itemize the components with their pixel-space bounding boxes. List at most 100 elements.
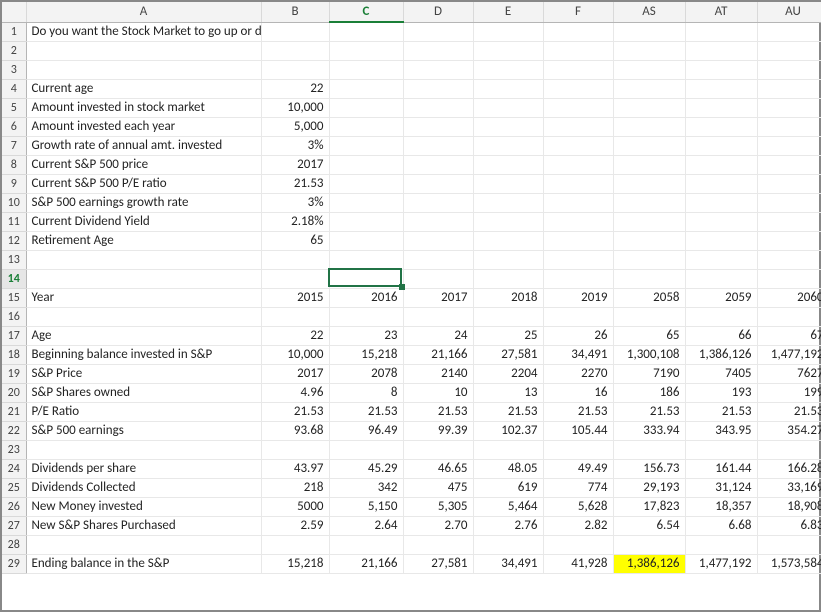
cell-AS2[interactable] — [613, 41, 685, 60]
cell-F14[interactable] — [543, 269, 613, 288]
cell-D27[interactable]: 2.70 — [403, 516, 473, 535]
cell-B24[interactable]: 43.97 — [261, 459, 329, 478]
cell-C12[interactable] — [329, 231, 403, 250]
cell-D22[interactable]: 99.39 — [403, 421, 473, 440]
cell-F19[interactable]: 2270 — [543, 364, 613, 383]
row-header-1[interactable]: 1 — [2, 22, 26, 41]
row-header-20[interactable]: 20 — [2, 383, 26, 402]
cell-B1[interactable] — [261, 22, 329, 41]
cell-B5[interactable]: 10,000 — [261, 98, 329, 117]
cell-D16[interactable] — [403, 307, 473, 326]
cell-E18[interactable]: 27,581 — [473, 345, 543, 364]
cell-AS21[interactable]: 21.53 — [613, 402, 685, 421]
cell-AS13[interactable] — [613, 250, 685, 269]
cell-AT15[interactable]: 2059 — [685, 288, 757, 307]
cell-D7[interactable] — [403, 136, 473, 155]
cell-AS17[interactable]: 65 — [613, 326, 685, 345]
cell-AT19[interactable]: 7405 — [685, 364, 757, 383]
cell-D8[interactable] — [403, 155, 473, 174]
cell-B15[interactable]: 2015 — [261, 288, 329, 307]
cell-A17[interactable]: Age — [26, 326, 261, 345]
cell-D1[interactable] — [403, 22, 473, 41]
cell-C7[interactable] — [329, 136, 403, 155]
row-header-10[interactable]: 10 — [2, 193, 26, 212]
cell-F23[interactable] — [543, 440, 613, 459]
cell-AT26[interactable]: 18,357 — [685, 497, 757, 516]
cell-AS18[interactable]: 1,300,108 — [613, 345, 685, 364]
cell-C17[interactable]: 23 — [329, 326, 403, 345]
cell-D6[interactable] — [403, 117, 473, 136]
cell-B21[interactable]: 21.53 — [261, 402, 329, 421]
cell-AU4[interactable] — [757, 79, 821, 98]
cell-AS8[interactable] — [613, 155, 685, 174]
cell-D2[interactable] — [403, 41, 473, 60]
cell-AS24[interactable]: 156.73 — [613, 459, 685, 478]
cell-AT21[interactable]: 21.53 — [685, 402, 757, 421]
cell-AU10[interactable] — [757, 193, 821, 212]
column-header-F[interactable]: F — [543, 2, 613, 22]
cell-D5[interactable] — [403, 98, 473, 117]
cell-AS9[interactable] — [613, 174, 685, 193]
cell-A23[interactable] — [26, 440, 261, 459]
cell-AT29[interactable]: 1,477,192 — [685, 554, 757, 573]
cell-A16[interactable] — [26, 307, 261, 326]
cell-F26[interactable]: 5,628 — [543, 497, 613, 516]
cell-E22[interactable]: 102.37 — [473, 421, 543, 440]
row-header-22[interactable]: 22 — [2, 421, 26, 440]
cell-AT10[interactable] — [685, 193, 757, 212]
cell-C16[interactable] — [329, 307, 403, 326]
cell-C13[interactable] — [329, 250, 403, 269]
cell-F21[interactable]: 21.53 — [543, 402, 613, 421]
row-header-12[interactable]: 12 — [2, 231, 26, 250]
cell-AT14[interactable] — [685, 269, 757, 288]
cell-D3[interactable] — [403, 60, 473, 79]
cell-AS20[interactable]: 186 — [613, 383, 685, 402]
cell-E8[interactable] — [473, 155, 543, 174]
cell-AT11[interactable] — [685, 212, 757, 231]
cell-C14[interactable] — [329, 269, 403, 288]
cell-AT1[interactable] — [685, 22, 757, 41]
cell-D12[interactable] — [403, 231, 473, 250]
cell-A6[interactable]: Amount invested each year — [26, 117, 261, 136]
cell-F20[interactable]: 16 — [543, 383, 613, 402]
cell-D10[interactable] — [403, 193, 473, 212]
cell-E3[interactable] — [473, 60, 543, 79]
cell-B18[interactable]: 10,000 — [261, 345, 329, 364]
cell-F4[interactable] — [543, 79, 613, 98]
cell-E7[interactable] — [473, 136, 543, 155]
cell-AU21[interactable]: 21.53 — [757, 402, 821, 421]
cell-F8[interactable] — [543, 155, 613, 174]
cell-B7[interactable]: 3% — [261, 136, 329, 155]
row-header-11[interactable]: 11 — [2, 212, 26, 231]
cell-C10[interactable] — [329, 193, 403, 212]
cell-AS28[interactable] — [613, 535, 685, 554]
cell-E21[interactable]: 21.53 — [473, 402, 543, 421]
cell-F5[interactable] — [543, 98, 613, 117]
cell-E27[interactable]: 2.76 — [473, 516, 543, 535]
cell-AT12[interactable] — [685, 231, 757, 250]
row-header-15[interactable]: 15 — [2, 288, 26, 307]
cell-C18[interactable]: 15,218 — [329, 345, 403, 364]
cell-AT24[interactable]: 161.44 — [685, 459, 757, 478]
cell-E10[interactable] — [473, 193, 543, 212]
cell-AU5[interactable] — [757, 98, 821, 117]
cell-A5[interactable]: Amount invested in stock market — [26, 98, 261, 117]
cell-B20[interactable]: 4.96 — [261, 383, 329, 402]
cell-A29[interactable]: Ending balance in the S&P — [26, 554, 261, 573]
row-header-26[interactable]: 26 — [2, 497, 26, 516]
cell-C23[interactable] — [329, 440, 403, 459]
cell-C20[interactable]: 8 — [329, 383, 403, 402]
row-header-16[interactable]: 16 — [2, 307, 26, 326]
row-header-23[interactable]: 23 — [2, 440, 26, 459]
cell-A10[interactable]: S&P 500 earnings growth rate — [26, 193, 261, 212]
cell-C21[interactable]: 21.53 — [329, 402, 403, 421]
cell-AU14[interactable] — [757, 269, 821, 288]
cell-F27[interactable]: 2.82 — [543, 516, 613, 535]
row-header-19[interactable]: 19 — [2, 364, 26, 383]
cell-D20[interactable]: 10 — [403, 383, 473, 402]
cell-AU2[interactable] — [757, 41, 821, 60]
cell-AS19[interactable]: 7190 — [613, 364, 685, 383]
cell-AT3[interactable] — [685, 60, 757, 79]
cell-F24[interactable]: 49.49 — [543, 459, 613, 478]
cell-AT2[interactable] — [685, 41, 757, 60]
